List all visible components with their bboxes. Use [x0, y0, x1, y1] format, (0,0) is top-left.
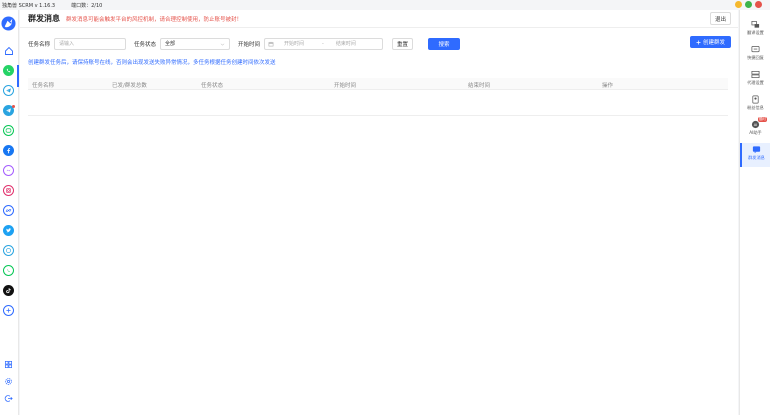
- task-name-label: 任务名称: [28, 41, 51, 48]
- port-count: 端口数：2/10: [71, 2, 103, 9]
- main-panel: 群发消息 群发消息可能会触发平台的风控机制，请合理控制使用，防止账号被封！ 退出…: [20, 10, 738, 415]
- twitter-icon[interactable]: [3, 225, 14, 236]
- title-bar: 独角兽 SCRM v 1.16.3 端口数：2/10: [0, 0, 770, 10]
- search-button[interactable]: 搜索: [428, 37, 461, 50]
- col-task-status: 任务状态: [201, 83, 224, 89]
- svg-text:AI: AI: [754, 123, 758, 127]
- mass-message-icon: [752, 146, 761, 154]
- app-title: 独角兽 SCRM v 1.16.3: [2, 2, 56, 9]
- window-controls: [735, 1, 762, 8]
- close-button[interactable]: [755, 1, 762, 8]
- fan-info-icon: [752, 95, 759, 104]
- logout-icon[interactable]: [3, 393, 14, 404]
- line-icon[interactable]: [3, 125, 14, 136]
- col-sent-total: 已发/群发总数: [112, 83, 147, 89]
- start-date-input[interactable]: 开始时间: [284, 40, 314, 47]
- add-platform-icon[interactable]: [3, 305, 14, 316]
- rightbar-item-quick-reply[interactable]: 快捷回复: [740, 43, 770, 67]
- rightbar-item-ai-assistant[interactable]: AI AI助手 限时: [740, 117, 770, 142]
- quick-reply-icon: [751, 45, 760, 53]
- table-body-empty: [28, 90, 728, 116]
- usage-tip: 创建群发任务后，请保持账号在线，否则会出现发送失败异常情况，多任务根据任务创建时…: [28, 60, 276, 66]
- tool-sidebar: 翻译设置 快捷回复 代理设置 粉丝信息 AI AI助手 限时 群发消息: [739, 10, 770, 415]
- tiktok-icon[interactable]: [3, 285, 14, 296]
- settings-gear-icon[interactable]: [3, 376, 14, 387]
- apps-grid-icon[interactable]: [3, 359, 14, 370]
- rightbar-item-translate[interactable]: 翻译设置: [740, 18, 770, 42]
- table-header: 任务名称 已发/群发总数 任务状态 开始时间 结束时间 操作: [28, 78, 728, 90]
- page-header: 群发消息 群发消息可能会触发平台的风控机制，请合理控制使用，防止账号被封！ 退出: [20, 10, 738, 28]
- task-status-select[interactable]: 全部: [160, 37, 231, 50]
- col-end-time: 结束时间: [468, 83, 491, 89]
- start-time-label: 开始时间: [238, 41, 261, 48]
- chat-app-icon[interactable]: [3, 245, 14, 256]
- chevron-down-icon: [220, 43, 225, 46]
- meta-icon[interactable]: [3, 205, 14, 216]
- maximize-button[interactable]: [745, 1, 752, 8]
- reset-button[interactable]: 重置: [392, 37, 414, 50]
- create-broadcast-button[interactable]: 创建群发: [690, 36, 731, 48]
- end-date-input[interactable]: 结束时间: [336, 40, 356, 47]
- plus-icon: [696, 40, 701, 44]
- date-range-picker[interactable]: 开始时间 - 结束时间: [264, 37, 384, 50]
- task-status-label: 任务状态: [134, 41, 157, 48]
- translate-icon: [751, 20, 760, 28]
- col-actions: 操作: [602, 83, 614, 89]
- col-start-time: 开始时间: [334, 83, 357, 89]
- platform-sidebar: [0, 10, 19, 415]
- risk-warning: 群发消息可能会触发平台的风控机制，请合理控制使用，防止账号被封！: [66, 16, 243, 23]
- home-icon[interactable]: [3, 45, 14, 56]
- proxy-icon: [751, 70, 760, 79]
- range-separator: -: [322, 40, 324, 47]
- col-task-name: 任务名称: [32, 83, 55, 89]
- telegram-icon[interactable]: [3, 85, 14, 96]
- whatsapp-icon[interactable]: [3, 65, 14, 76]
- messenger-icon[interactable]: [3, 165, 14, 176]
- active-indicator: [17, 65, 19, 87]
- filter-bar: 任务名称 请输入 任务状态 全部 开始时间 开始时间 - 结束时间 重置 搜索: [28, 37, 728, 50]
- calendar-icon: [268, 41, 274, 46]
- minimize-button[interactable]: [735, 1, 742, 8]
- viber-icon[interactable]: [3, 265, 14, 276]
- page-title: 群发消息: [28, 14, 60, 23]
- rightbar-item-mass-message[interactable]: 群发消息: [740, 143, 770, 167]
- instagram-icon[interactable]: [3, 185, 14, 196]
- unicorn-logo-icon: [1, 16, 16, 31]
- task-name-input[interactable]: 请输入: [54, 37, 127, 50]
- notification-dot: [12, 105, 15, 108]
- rightbar-item-fan-info[interactable]: 粉丝信息: [740, 93, 770, 117]
- limited-time-badge: 限时: [757, 117, 767, 122]
- exit-button[interactable]: 退出: [710, 12, 731, 25]
- facebook-icon[interactable]: [3, 145, 14, 156]
- rightbar-item-proxy[interactable]: 代理设置: [740, 68, 770, 92]
